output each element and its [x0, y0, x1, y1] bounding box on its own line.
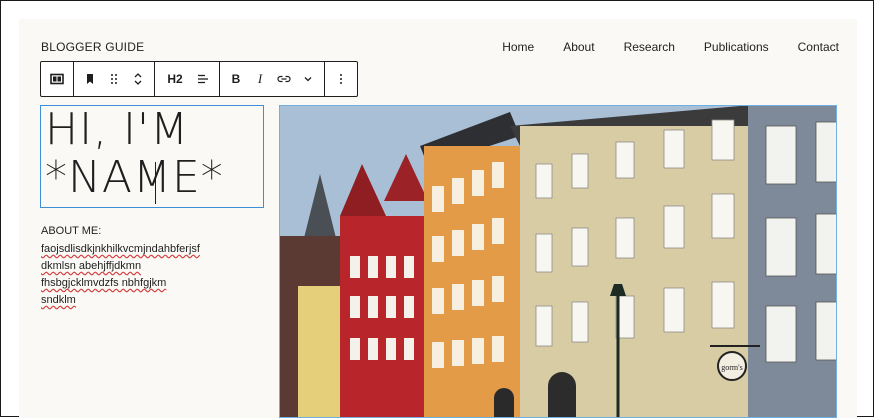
about-line: faojsdlisdkjnkhilkvcmjndahbferjsf [41, 243, 200, 255]
nav-item-about[interactable]: About [563, 40, 594, 54]
about-line: fhsbgjcklmvdzfs nbhfgjkm [41, 277, 167, 289]
chevron-down-icon[interactable] [296, 65, 320, 93]
more-options-icon[interactable] [329, 65, 353, 93]
about-line: dkmlsn abehjffjdkmn [41, 260, 142, 272]
text-cursor [155, 162, 156, 204]
image-block[interactable]: gorm's [279, 105, 837, 418]
about-line: sndklm [41, 294, 76, 306]
heading-text[interactable]: HI, I'M *NAME* [45, 106, 224, 202]
toolbar-group-parent [41, 62, 73, 96]
toolbar-group-format: B I [219, 62, 324, 96]
bookmark-icon[interactable] [78, 65, 102, 93]
street-photo: gorm's [280, 106, 836, 417]
toolbar-group-options [324, 62, 357, 96]
toolbar-group-block [73, 62, 154, 96]
main-navigation: Home About Research Publications Contact [502, 40, 839, 54]
nav-item-publications[interactable]: Publications [704, 40, 769, 54]
page-canvas: BLOGGER GUIDE Home About Research Public… [19, 19, 857, 418]
columns-icon[interactable] [45, 65, 69, 93]
align-icon[interactable] [191, 65, 215, 93]
toolbar-group-heading: H2 [154, 62, 219, 96]
heading-block[interactable]: HI, I'M *NAME* [40, 105, 264, 208]
shop-sign-text: gorm's [721, 363, 742, 372]
block-toolbar: H2 B I [40, 61, 358, 97]
nav-item-home[interactable]: Home [502, 40, 534, 54]
site-title[interactable]: BLOGGER GUIDE [41, 40, 144, 54]
italic-button[interactable]: I [248, 65, 272, 93]
nav-item-research[interactable]: Research [624, 40, 675, 54]
nav-item-contact[interactable]: Contact [798, 40, 839, 54]
drag-handle-icon[interactable] [102, 65, 126, 93]
heading-level-button[interactable]: H2 [159, 65, 191, 93]
about-paragraph[interactable]: faojsdlisdkjnkhilkvcmjndahbferjsf dkmlsn… [41, 241, 261, 309]
bold-button[interactable]: B [224, 65, 248, 93]
about-label[interactable]: ABOUT ME: [41, 225, 101, 237]
link-icon[interactable] [272, 65, 296, 93]
move-up-down-icon[interactable] [126, 65, 150, 93]
editor-frame: BLOGGER GUIDE Home About Research Public… [0, 0, 874, 418]
